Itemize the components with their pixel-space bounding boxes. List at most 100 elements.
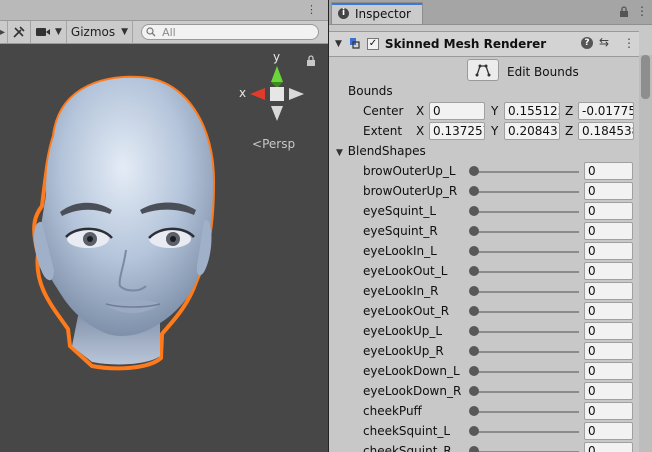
camera-icon [36,28,50,36]
blendshape-slider-track[interactable] [475,391,579,393]
orientation-gizmo[interactable] [242,59,312,129]
help-icon[interactable]: ? [581,37,593,49]
blendshape-slider-handle[interactable] [469,326,479,336]
blendshape-slider-track[interactable] [475,411,579,413]
blendshape-value-field[interactable]: 0 [584,342,633,360]
blendshape-row: eyeLookOut_R 0 [329,301,639,321]
blendshape-value-field[interactable]: 0 [584,362,633,380]
blendshape-slider-handle[interactable] [469,206,479,216]
blendshape-slider-track[interactable] [475,351,579,353]
blendshape-slider-handle[interactable] [469,266,479,276]
edit-bounds-button[interactable] [467,59,499,81]
center-y-field[interactable]: 0.155125 [504,102,560,120]
blendshape-slider-handle[interactable] [469,286,479,296]
more-options-icon[interactable]: ⋮ [306,3,317,16]
blendshape-row: cheekPuff 0 [329,401,639,421]
blendshape-slider-track[interactable] [475,271,579,273]
blendshape-name: eyeLookDown_L [363,364,460,378]
blendshape-value-field[interactable]: 0 [584,242,633,260]
component-header[interactable]: ▼ ✓ Skinned Mesh Renderer ? ⇆ ⋮ [329,31,639,57]
tab-inspector[interactable]: i Inspector [331,2,423,24]
blendshape-slider-track[interactable] [475,211,579,213]
blendshape-value-field[interactable]: 0 [584,282,633,300]
blendshape-value-field[interactable]: 0 [584,262,633,280]
blendshape-slider-track[interactable] [475,331,579,333]
gizmo-y-label: y [273,50,281,64]
blendshape-slider-track[interactable] [475,231,579,233]
blendshape-row: eyeSquint_L 0 [329,201,639,221]
blendshape-slider-handle[interactable] [469,366,479,376]
blendshape-slider-handle[interactable] [469,186,479,196]
component-enabled-checkbox[interactable]: ✓ [366,38,379,50]
blendshape-slider-track[interactable] [475,291,579,293]
bounds-center-row: Center X 0 Y 0.155125 Z -0.01775 [329,101,639,121]
search-placeholder: All [162,25,176,39]
lock-icon[interactable] [306,55,316,69]
blendshape-name: eyeSquint_L [363,204,437,218]
blendshape-name: eyeLookOut_R [363,304,450,318]
scene-view-panel: ⋮ ▸ ▼ Gizmos ▼ All y x <Persp [0,0,328,452]
more-options-icon[interactable]: ⋮ [623,36,635,50]
chevron-down-icon: ▼ [121,27,129,37]
blendshape-value-field[interactable]: 0 [584,302,633,320]
preset-icon[interactable]: ⇆ [599,35,609,49]
blendshape-slider-handle[interactable] [469,246,479,256]
blendshape-name: eyeLookOut_L [363,264,448,278]
blendshape-slider-track[interactable] [475,371,579,373]
blendshapes-foldout[interactable]: ▼ BlendShapes [336,144,426,158]
blendshape-value-field[interactable]: 0 [584,202,633,220]
center-label: Center [363,104,404,118]
blendshape-slider-track[interactable] [475,251,579,253]
blendshape-value-field[interactable]: 0 [584,402,633,420]
blendshape-name: eyeLookIn_R [363,284,439,298]
gizmos-dropdown[interactable]: Gizmos ▼ [67,21,134,43]
blendshape-row: browOuterUp_R 0 [329,181,639,201]
tab-title: Inspector [355,6,411,21]
collapse-arrow-icon[interactable]: ▼ [335,39,342,49]
scene-tools-button[interactable]: ▸ [0,21,8,43]
blendshape-row: eyeLookIn_R 0 [329,281,639,301]
extent-y-field[interactable]: 0.20843 [504,122,560,140]
blendshape-slider-handle[interactable] [469,446,479,452]
blendshape-slider-handle[interactable] [469,346,479,356]
blendshape-slider-track[interactable] [475,171,579,173]
blendshape-value-field[interactable]: 0 [584,322,633,340]
blendshape-slider-handle[interactable] [469,406,479,416]
extent-x-field[interactable]: 0.137257 [429,122,485,140]
center-x-field[interactable]: 0 [429,102,485,120]
blendshape-slider-track[interactable] [475,311,579,313]
inspector-scrollbar[interactable] [639,55,652,452]
tab-accent [332,3,422,5]
blendshape-value-field[interactable]: 0 [584,442,633,452]
blendshape-name: eyeLookIn_L [363,244,437,258]
camera-dropdown[interactable]: ▼ [31,21,67,43]
blendshape-name: eyeLookUp_R [363,344,444,358]
blendshape-slider-handle[interactable] [469,426,479,436]
tools-icon[interactable] [8,21,31,43]
blendshape-slider-handle[interactable] [469,226,479,236]
blendshape-value-field[interactable]: 0 [584,422,633,440]
blendshape-row: eyeLookUp_R 0 [329,341,639,361]
center-z-field[interactable]: -0.01775 [578,102,634,120]
blendshape-row: eyeLookUp_L 0 [329,321,639,341]
blendshape-value-field[interactable]: 0 [584,162,633,180]
scrollbar-thumb[interactable] [641,55,650,99]
blendshape-value-field[interactable]: 0 [584,222,633,240]
scene-viewport[interactable]: y x <Persp [0,44,328,452]
blendshape-slider-handle[interactable] [469,386,479,396]
blendshape-slider-track[interactable] [475,191,579,193]
axis-x-label: X [416,124,425,138]
lock-icon[interactable] [619,6,629,20]
blendshape-value-field[interactable]: 0 [584,182,633,200]
view-mode-label[interactable]: <Persp [252,137,295,151]
extent-label: Extent [363,124,403,138]
blendshape-slider-track[interactable] [475,431,579,433]
blendshape-slider-handle[interactable] [469,166,479,176]
scene-search-input[interactable]: All [141,24,320,40]
more-options-icon[interactable]: ⋮ [636,4,648,18]
info-icon: i [338,8,349,19]
extent-z-field[interactable]: 0.184538 [578,122,634,140]
blendshape-value-field[interactable]: 0 [584,382,633,400]
blendshape-slider-handle[interactable] [469,306,479,316]
gizmo-x-label: x [239,86,247,100]
